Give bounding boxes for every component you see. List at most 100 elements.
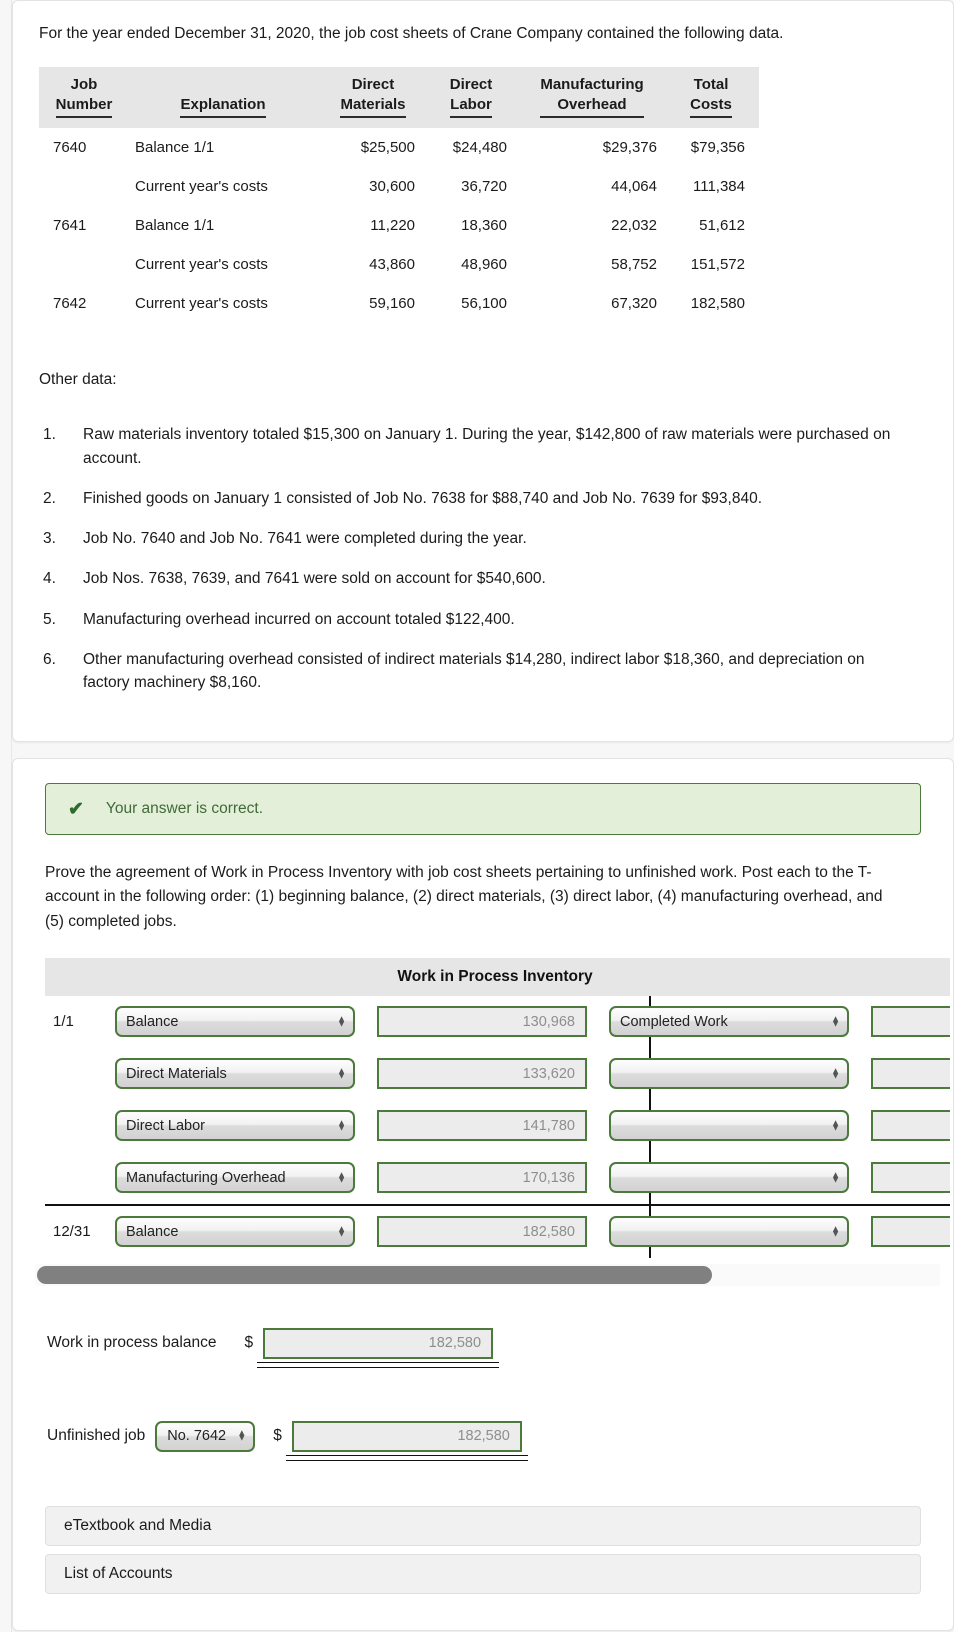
credit-account-select-wrapper: ▲ ▼ <box>609 1110 849 1142</box>
credit-account-select[interactable] <box>609 1162 849 1194</box>
unfinished-job-row: Unfinished job No. 7642 ▲ ▼ $ <box>47 1420 931 1461</box>
problem-intro: For the year ended December 31, 2020, th… <box>39 25 784 42</box>
cell-manufacturing-overhead: 58,752 <box>611 256 657 274</box>
unfinished-job-currency: $ <box>273 1427 282 1445</box>
credit-amount-wrapper <box>871 1162 950 1194</box>
cell-job-number: 7642 <box>53 295 87 313</box>
credit-amount-input[interactable] <box>871 1216 950 1248</box>
cell-direct-materials: 11,220 <box>370 217 415 235</box>
list-item: 4. Job Nos. 7638, 7639, and 7641 were so… <box>35 567 931 590</box>
cell-total-costs: $79,356 <box>690 139 745 157</box>
table-row: Current year's costs 43,860 48,960 58,75… <box>39 245 759 284</box>
unfinished-job-select[interactable]: No. 7642 <box>155 1420 256 1452</box>
col-direct-materials-line2: Materials <box>340 95 406 113</box>
debit-account-select[interactable]: Balance <box>115 1216 355 1248</box>
other-data-list: 1. Raw materials inventory totaled $15,3… <box>35 423 931 694</box>
taccount-row: Direct Materials ▲▼ ▲▼ <box>45 1048 950 1100</box>
cell-direct-labor: $24,480 <box>452 139 507 157</box>
cell-explanation: Balance 1/1 <box>135 217 215 235</box>
list-item-text: Job Nos. 7638, 7639, and 7641 were sold … <box>83 570 546 588</box>
etextbook-and-media-button[interactable]: eTextbook and Media <box>45 1505 921 1546</box>
credit-amount-input[interactable] <box>871 1058 950 1090</box>
credit-amount-wrapper <box>871 1058 950 1090</box>
taccount-body: 1/1 Balance ▲▼ Completed Work <box>45 995 950 1258</box>
list-item: 6. Other manufacturing overhead consiste… <box>35 648 931 695</box>
list-item-number: 4. <box>43 570 56 588</box>
debit-amount-input[interactable] <box>377 1058 587 1090</box>
list-item-text: Raw materials inventory totaled $15,300 … <box>83 426 891 467</box>
taccount-title: Work in Process Inventory <box>45 957 950 996</box>
credit-amount-input[interactable] <box>871 1110 950 1142</box>
debit-account-select[interactable]: Direct Labor <box>115 1110 355 1142</box>
table-row: Current year's costs 30,600 36,720 44,06… <box>39 167 759 206</box>
list-item-number: 3. <box>43 530 56 548</box>
wip-balance-label: Work in process balance <box>47 1334 217 1352</box>
credit-account-select[interactable] <box>609 1110 849 1142</box>
problem-card: For the year ended December 31, 2020, th… <box>12 0 954 743</box>
credit-account-select-wrapper: ▲ ▼ <box>609 1216 849 1248</box>
debit-account-select-wrapper: Direct Materials ▲ ▼ <box>115 1058 355 1090</box>
debit-amount-input[interactable] <box>377 1110 587 1142</box>
list-of-accounts-button[interactable]: List of Accounts <box>45 1553 921 1594</box>
unfinished-job-amount-input[interactable] <box>291 1420 522 1452</box>
cell-explanation: Current year's costs <box>135 256 268 274</box>
cell-total-costs: 51,612 <box>699 217 745 235</box>
job-cost-table-head: Job Number Explanation Direct Materials <box>39 67 759 129</box>
scrollbar-thumb[interactable] <box>37 1265 712 1284</box>
cell-explanation: Current year's costs <box>135 178 268 196</box>
credit-amount-wrapper <box>871 1110 950 1142</box>
list-item-text: Manufacturing overhead incurred on accou… <box>83 610 515 628</box>
cell-manufacturing-overhead: 67,320 <box>611 295 657 313</box>
taccount-row: Manufacturing Overhead ▲▼ ▲▼ <box>45 1152 950 1204</box>
col-manufacturing-overhead-line2: Overhead <box>557 95 627 113</box>
cell-manufacturing-overhead: $29,376 <box>602 139 657 157</box>
debit-amount-wrapper <box>377 1216 587 1248</box>
debit-account-select[interactable]: Direct Materials <box>115 1058 355 1090</box>
credit-account-select[interactable]: Completed Work <box>609 1006 849 1038</box>
credit-amount-input[interactable] <box>871 1006 950 1038</box>
list-item-number: 1. <box>43 426 56 444</box>
cell-explanation: Current year's costs <box>135 295 268 313</box>
answer-correct-text: Your answer is correct. <box>105 800 263 818</box>
debit-amount-input[interactable] <box>377 1006 587 1038</box>
cell-job-number: 7641 <box>53 217 87 235</box>
debit-account-select-wrapper: Manufacturing Overhead ▲ ▼ <box>115 1162 355 1194</box>
credit-amount-input[interactable] <box>871 1162 950 1194</box>
cell-direct-materials: 30,600 <box>369 178 415 196</box>
col-direct-materials: Direct Materials <box>321 67 425 128</box>
table-row: 7642 Current year's costs 59,160 56,100 … <box>39 284 759 323</box>
credit-account-select[interactable] <box>609 1058 849 1090</box>
cell-job-number: 7640 <box>53 139 87 157</box>
credit-account-select-wrapper: ▲ ▼ <box>609 1162 849 1194</box>
debit-account-select[interactable]: Manufacturing Overhead <box>115 1162 355 1194</box>
cell-direct-materials: 59,160 <box>369 295 415 313</box>
table-row: 7640 Balance 1/1 $25,500 $24,480 $29,376… <box>39 128 759 167</box>
debit-amount-input[interactable] <box>377 1162 587 1194</box>
col-explanation-line2: Explanation <box>180 95 266 113</box>
table-header-row: Job Number Explanation Direct Materials <box>39 67 759 129</box>
debit-account-select-wrapper: Balance ▲ ▼ <box>115 1216 355 1248</box>
horizontal-scrollbar[interactable] <box>35 1263 940 1286</box>
taccount-total-row: 12/31 Balance ▲▼ ▲▼ <box>45 1206 950 1258</box>
other-data-label: Other data: <box>39 371 117 389</box>
credit-account-select[interactable] <box>609 1216 849 1248</box>
debit-amount-wrapper <box>377 1162 587 1194</box>
wip-balance-row: Work in process balance $ <box>47 1327 931 1368</box>
wip-balance-input[interactable] <box>263 1327 494 1359</box>
resource-button-list: eTextbook and Media List of Accounts <box>45 1505 921 1594</box>
debit-amount-wrapper <box>377 1058 587 1090</box>
debit-amount-input[interactable] <box>377 1216 587 1248</box>
credit-account-select-wrapper: ▲ ▼ <box>609 1058 849 1090</box>
debit-amount-wrapper <box>377 1006 587 1038</box>
cell-job-number <box>39 245 125 284</box>
list-item: 5. Manufacturing overhead incurred on ac… <box>35 608 931 631</box>
taccount-scroll-viewport[interactable]: Work in Process Inventory 1/1 Balance ▲ ▼ <box>45 957 950 1258</box>
list-item-number: 2. <box>43 489 56 507</box>
col-manufacturing-overhead-line1: Manufacturing <box>540 76 644 94</box>
debit-account-select[interactable]: Balance <box>115 1006 355 1038</box>
job-cost-table-body: 7640 Balance 1/1 $25,500 $24,480 $29,376… <box>39 128 759 323</box>
page-root: For the year ended December 31, 2020, th… <box>0 0 954 1631</box>
debit-account-select-wrapper: Direct Labor ▲ ▼ <box>115 1110 355 1142</box>
col-direct-materials-line1: Direct <box>351 76 395 94</box>
col-total-costs-line2: Costs <box>690 95 732 113</box>
